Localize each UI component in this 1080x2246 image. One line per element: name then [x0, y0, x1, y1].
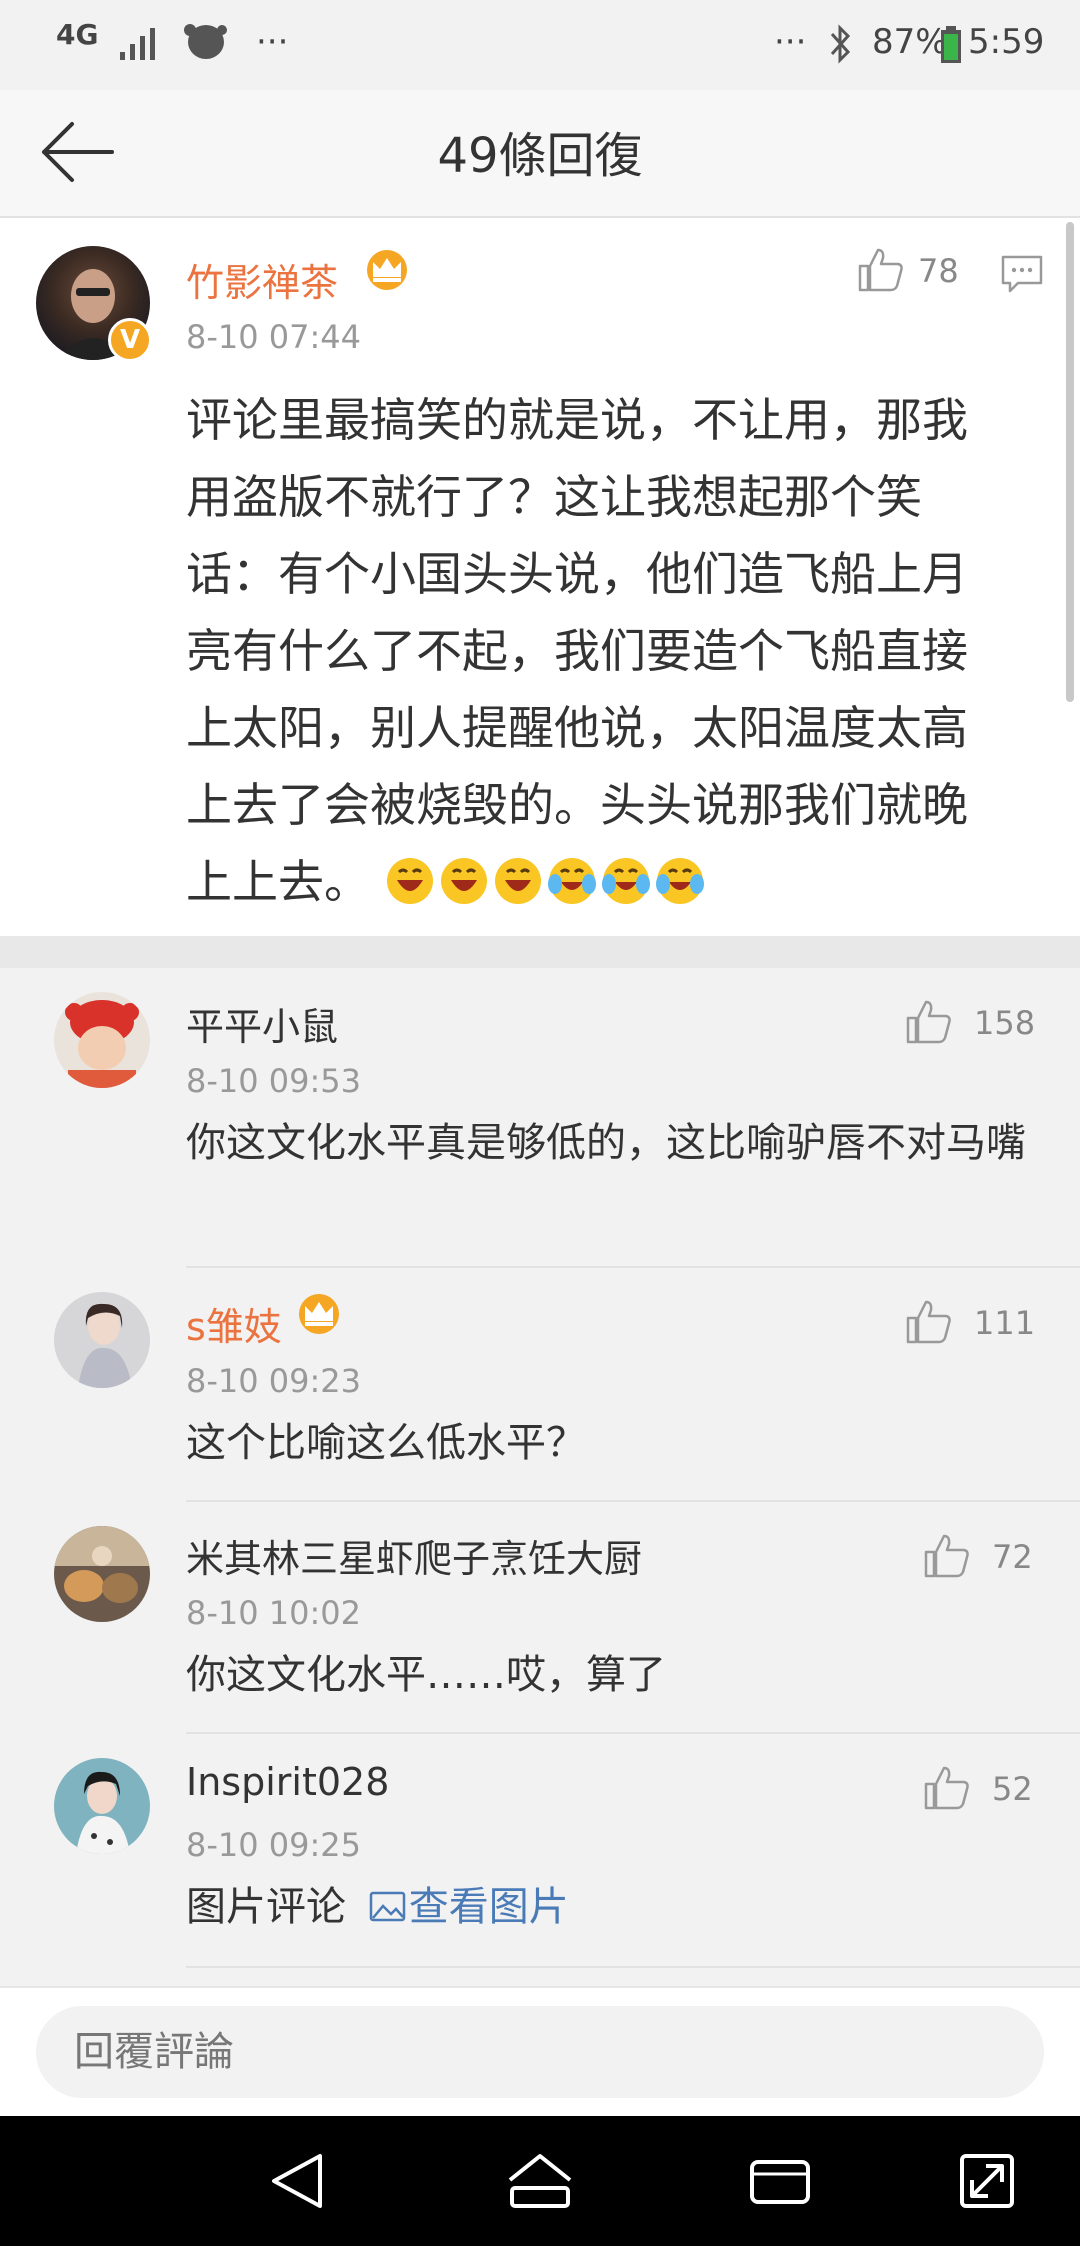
comment-body: 评论里最搞笑的就是说，不让用，那我用盗版不就行了？这让我想起那个笑话：有个小国头…: [186, 382, 1010, 921]
reply-comment-icon[interactable]: [1000, 254, 1044, 294]
crown-icon: [367, 250, 407, 290]
avatar-image: [76, 1771, 130, 1854]
like-count: 52: [992, 1770, 1033, 1808]
nav-expand-icon[interactable]: [948, 2144, 1028, 2218]
username[interactable]: Inspirit028: [186, 1760, 389, 1804]
like-count: 158: [974, 1004, 1036, 1042]
network-indicator: 4G: [56, 18, 99, 51]
nav-recent-apps-icon[interactable]: [740, 2144, 820, 2218]
verified-badge: V: [108, 318, 152, 362]
clock: 5:59: [968, 22, 1045, 62]
laugh-emoji: [494, 858, 541, 904]
like-count: 72: [992, 1538, 1033, 1576]
page-title: 49條回復: [437, 128, 643, 184]
reply-list: 平平小鼠 8-10 09:53 158 你这文化水平真是够低的，这比喻驴唇不对马…: [0, 968, 1080, 1986]
nav-back-icon[interactable]: [258, 2144, 338, 2218]
list-item: s雏妓 8-10 09:23 111 这个比喻这么低水平？: [0, 1268, 1080, 1502]
reply-text: 你这文化水平真是够低的，这比喻驴唇不对马嘴: [186, 1120, 1026, 1166]
username[interactable]: 米其林三星虾爬子烹饪大厨: [186, 1528, 642, 1583]
signal-icon: [120, 28, 155, 60]
crying-laugh-emoji: [655, 858, 704, 904]
timestamp: 8-10 09:25: [186, 1826, 362, 1864]
like-icon[interactable]: [922, 1532, 972, 1580]
avatar-image: [65, 1000, 139, 1088]
reply-text: 图片评论: [186, 1884, 346, 1930]
crying-laugh-emoji: [601, 858, 650, 904]
avatar[interactable]: [54, 1758, 150, 1854]
more-notifications: ···: [256, 22, 289, 62]
more-status: ···: [774, 22, 807, 62]
list-item: 米其林三星虾爬子烹饪大厨 8-10 10:02 72 你这文化水平……哎，算了: [0, 1502, 1080, 1734]
like-icon[interactable]: [856, 246, 906, 294]
emoji-row: [385, 855, 709, 909]
timestamp: 8-10 09:53: [186, 1062, 362, 1100]
divider: [186, 1966, 1080, 1968]
timestamp: 8-10 09:23: [186, 1362, 362, 1400]
list-item: 平平小鼠 8-10 09:53 158 你这文化水平真是够低的，这比喻驴唇不对马…: [0, 968, 1080, 1268]
avatar[interactable]: [54, 1526, 150, 1622]
app-notification-icon: [184, 24, 227, 59]
laugh-emoji: [386, 858, 433, 904]
reply-text: 这个比喻这么低水平？: [186, 1420, 586, 1466]
reply-input[interactable]: 回覆評論: [36, 2006, 1044, 2098]
timestamp: 8-10 07:44: [186, 318, 362, 356]
username[interactable]: 平平小鼠: [186, 996, 338, 1051]
battery-percent: 87%: [872, 22, 948, 62]
reply-text-row: 图片评论 查看图片: [186, 1874, 1036, 1940]
comment-text: 评论里最搞笑的就是说，不让用，那我用盗版不就行了？这让我想起那个笑话：有个小国头…: [186, 393, 968, 909]
image-icon: [369, 1891, 405, 1922]
scrollbar[interactable]: [1066, 222, 1074, 702]
timestamp: 8-10 10:02: [186, 1594, 362, 1632]
section-divider: [0, 936, 1080, 968]
crown-icon: [299, 1294, 339, 1334]
status-bar: 4G ··· ··· 87% 5:59: [0, 0, 1080, 90]
avatar-image: [54, 1526, 150, 1603]
reply-footer: 回覆評論: [0, 1986, 1080, 2116]
header: 49條回復: [0, 90, 1080, 218]
view-image-label: 查看图片: [408, 1884, 569, 1930]
avatar-image: [78, 1303, 132, 1388]
avatar[interactable]: [54, 992, 150, 1088]
crying-laugh-emoji: [547, 858, 596, 904]
username[interactable]: 竹影禅茶: [186, 252, 338, 307]
like-count: 111: [974, 1304, 1036, 1342]
battery-icon: [941, 26, 961, 63]
like-icon[interactable]: [904, 1298, 954, 1346]
like-icon[interactable]: [904, 998, 954, 1046]
laugh-emoji: [440, 858, 487, 904]
username[interactable]: s雏妓: [186, 1296, 282, 1351]
navigation-bar: [0, 2116, 1080, 2246]
like-icon[interactable]: [922, 1764, 972, 1812]
list-item: Inspirit028 8-10 09:25 52 图片评论 查看图片: [0, 1734, 1080, 1968]
main-comment: V 竹影禅茶 8-10 07:44 78 评论里最搞笑的就是说，不让用，那我用盗…: [0, 218, 1080, 936]
nav-home-icon[interactable]: [500, 2144, 580, 2218]
view-image-link[interactable]: 查看图片: [359, 1884, 569, 1930]
like-count: 78: [918, 252, 959, 290]
avatar[interactable]: [54, 1292, 150, 1388]
bluetooth-icon: [830, 24, 851, 64]
reply-text: 你这文化水平……哎，算了: [186, 1652, 666, 1698]
